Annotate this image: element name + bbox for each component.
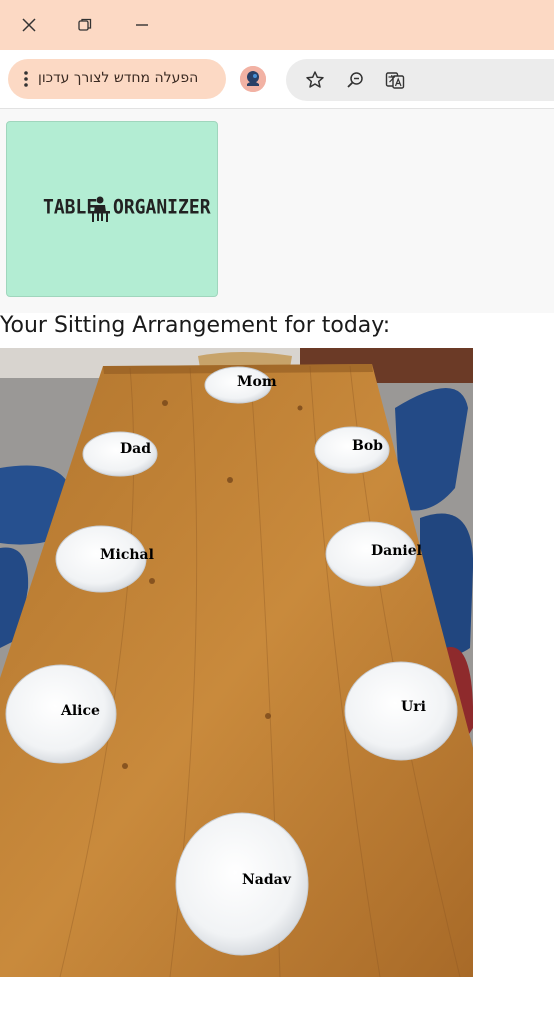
bookmark-star-icon[interactable]	[305, 70, 325, 90]
close-icon[interactable]	[14, 10, 44, 40]
logo-text-organizer: ORGANIZER	[113, 195, 211, 220]
table-organizer-logo: TABLE ORGANIZER	[6, 121, 218, 297]
page-heading: Your Sitting Arrangement for today:	[0, 313, 391, 338]
table-scene: Mom Dad Bob Michal Daniel Alice Uri Nada…	[0, 348, 473, 977]
restart-to-update-label: הפעלה מחדש לצורך עדכון	[38, 70, 199, 86]
profile-avatar-icon[interactable]	[240, 66, 266, 92]
seat-name-michal: Michal	[100, 547, 154, 563]
browser-toolbar: הפעלה מחדש לצורך עדכון	[0, 50, 554, 109]
seat-name-mom: Mom	[237, 374, 277, 390]
seating-table-photo: Mom Dad Bob Michal Daniel Alice Uri Nada…	[0, 348, 473, 977]
seat-name-daniel: Daniel	[371, 543, 422, 559]
seat-name-dad: Dad	[120, 441, 151, 457]
person-at-table-icon	[89, 196, 111, 222]
address-bar[interactable]	[286, 59, 554, 101]
restore-icon[interactable]	[70, 10, 100, 40]
restart-to-update-button[interactable]: הפעלה מחדש לצורך עדכון	[8, 59, 226, 99]
translate-icon[interactable]	[385, 70, 405, 90]
seat-name-uri: Uri	[401, 699, 426, 715]
seat-name-alice: Alice	[60, 703, 100, 719]
logo-header: TABLE ORGANIZER	[0, 109, 554, 313]
menu-dots-icon[interactable]	[19, 70, 33, 88]
zoom-out-icon[interactable]	[345, 70, 365, 90]
page-content: TABLE ORGANIZER Your Sitting Arrangement…	[0, 109, 554, 1009]
minimize-icon[interactable]	[127, 10, 157, 40]
seat-name-bob: Bob	[352, 438, 383, 454]
window-titlebar	[0, 0, 554, 50]
seat-name-nadav: Nadav	[242, 872, 292, 888]
